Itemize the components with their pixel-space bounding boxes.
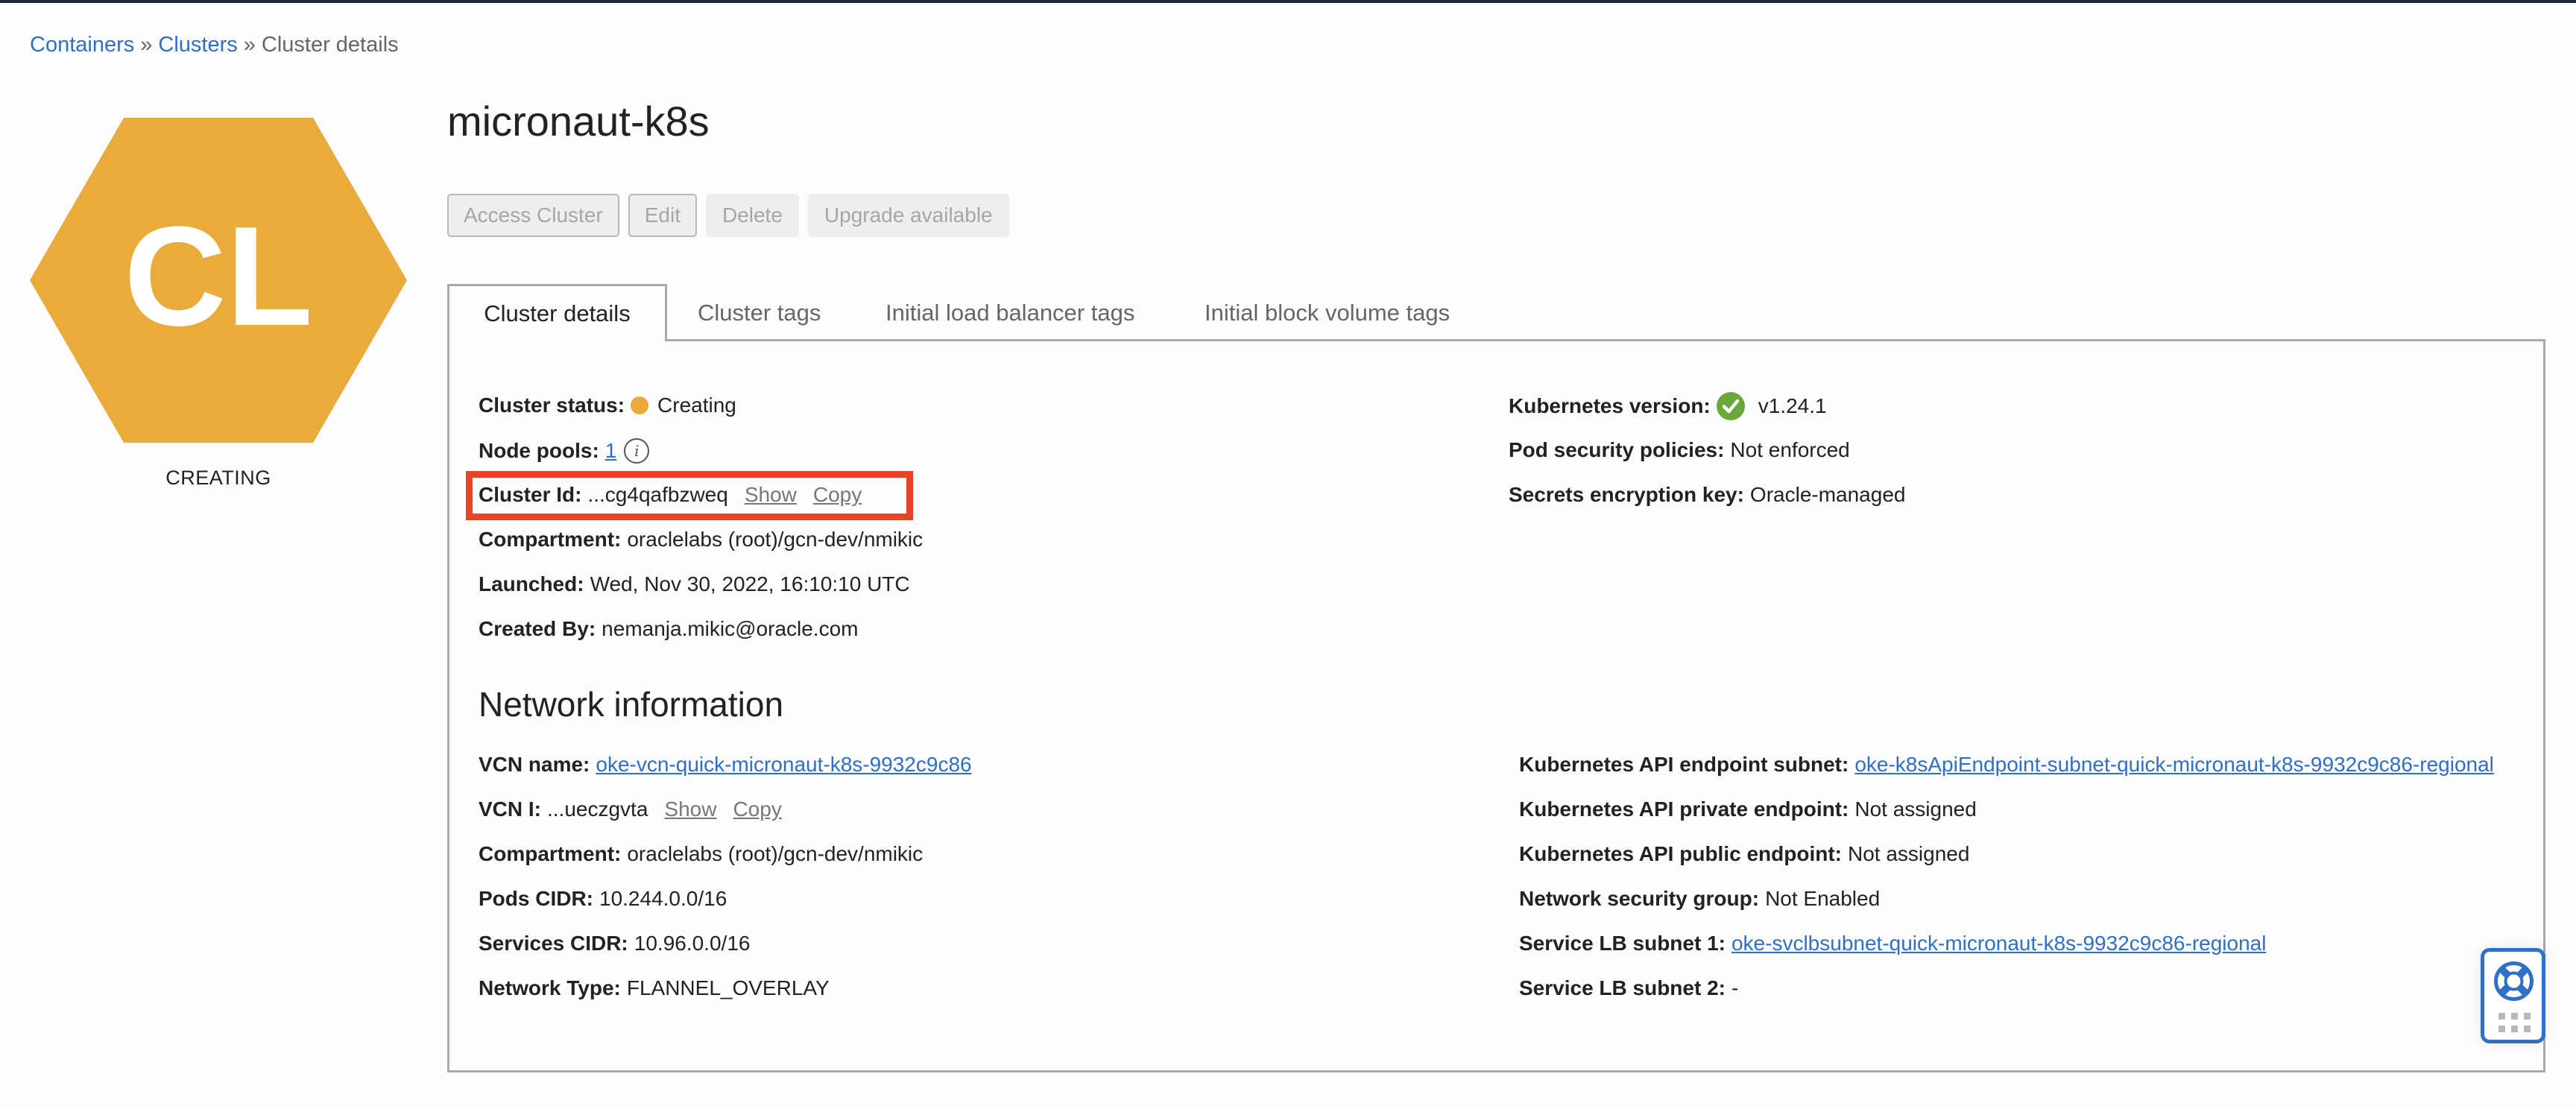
- cluster-badge: CL CREATING: [30, 118, 407, 489]
- field-label: Kubernetes API private endpoint:: [1519, 797, 1849, 821]
- services-cidr-field: Services CIDR: 10.96.0.0/16: [479, 932, 750, 955]
- kubernetes-version-value: v1.24.1: [1758, 394, 1827, 417]
- pod-security-field: Pod security policies: Not enforced: [1509, 438, 1850, 462]
- lb-subnet-1-field: Service LB subnet 1: oke-svclbsubnet-qui…: [1519, 932, 2266, 955]
- lb-subnet-2-value: -: [1731, 976, 1739, 999]
- field-label: Pods CIDR:: [479, 887, 593, 910]
- field-label: Kubernetes API public endpoint:: [1519, 842, 1842, 865]
- cluster-status-value: Creating: [657, 394, 736, 417]
- services-cidr-value: 10.96.0.0/16: [634, 932, 751, 955]
- field-label: Cluster status:: [479, 394, 625, 417]
- network-information-heading: Network information: [479, 685, 784, 724]
- secrets-key-value: Oracle-managed: [1749, 483, 1906, 506]
- breadcrumb: Containers» Clusters» Cluster details: [30, 33, 399, 57]
- badge-status: CREATING: [165, 467, 271, 489]
- api-private-endpoint-value: Not assigned: [1854, 797, 1977, 821]
- info-icon[interactable]: i: [624, 438, 650, 464]
- field-label: Compartment:: [479, 842, 622, 865]
- launched-value: Wed, Nov 30, 2022, 16:10:10 UTC: [590, 572, 910, 595]
- vcn-name-field: VCN name: oke-vcn-quick-micronaut-k8s-99…: [479, 753, 972, 777]
- delete-button[interactable]: Delete: [705, 194, 799, 237]
- field-label: Node pools:: [479, 439, 599, 462]
- action-bar: Access Cluster Edit Delete Upgrade avail…: [447, 194, 1009, 237]
- field-label: VCN name:: [479, 753, 590, 776]
- page-title: micronaut-k8s: [447, 98, 710, 145]
- network-type-field: Network Type: FLANNEL_OVERLAY: [479, 976, 830, 1000]
- breadcrumb-current: Cluster details: [261, 33, 399, 57]
- secrets-key-field: Secrets encryption key: Oracle-managed: [1509, 483, 1905, 507]
- tab-initial-block-volume-tags[interactable]: Initial block volume tags: [1205, 284, 1450, 341]
- lifebuoy-icon: [2494, 961, 2534, 1001]
- vcn-id-value: ...ueczgvta: [547, 797, 648, 821]
- field-label: Kubernetes API endpoint subnet:: [1519, 753, 1849, 776]
- cluster-id-value: ...cg4qafbzweq: [587, 483, 728, 506]
- apps-grid-icon: [2498, 1013, 2531, 1032]
- cluster-id-copy-link[interactable]: Copy: [813, 483, 862, 507]
- field-label: Created By:: [479, 617, 596, 640]
- field-label: Service LB subnet 1:: [1519, 932, 1726, 955]
- api-private-endpoint-field: Kubernetes API private endpoint: Not ass…: [1519, 797, 1977, 821]
- badge-initials: CL: [124, 198, 313, 356]
- field-label: Network security group:: [1519, 887, 1760, 910]
- cluster-id-field: Cluster Id: ...cg4qafbzweq Show Copy: [479, 483, 862, 507]
- field-label: Services CIDR:: [479, 932, 628, 955]
- tab-cluster-details[interactable]: Cluster details: [447, 284, 667, 341]
- api-public-endpoint-value: Not assigned: [1847, 842, 1970, 865]
- lb-subnet-2-field: Service LB subnet 2: -: [1519, 976, 1738, 1000]
- pods-cidr-field: Pods CIDR: 10.244.0.0/16: [479, 887, 727, 911]
- access-cluster-button[interactable]: Access Cluster: [447, 194, 619, 237]
- edit-button[interactable]: Edit: [628, 194, 697, 237]
- network-security-group-field: Network security group: Not Enabled: [1519, 887, 1880, 911]
- tab-initial-load-balancer-tags[interactable]: Initial load balancer tags: [886, 284, 1134, 341]
- created-by-value: nemanja.mikic@oracle.com: [602, 617, 859, 640]
- node-pools-field: Node pools: 1 i: [479, 438, 650, 464]
- launched-field: Launched: Wed, Nov 30, 2022, 16:10:10 UT…: [479, 572, 910, 596]
- cluster-id-show-link[interactable]: Show: [745, 483, 797, 507]
- field-label: Compartment:: [479, 528, 622, 551]
- field-label: Cluster Id:: [479, 483, 582, 506]
- compartment-value: oraclelabs (root)/gcn-dev/nmikic: [627, 528, 924, 551]
- top-bar: [0, 0, 2576, 3]
- field-label: Kubernetes version:: [1509, 394, 1711, 417]
- network-compartment-value: oraclelabs (root)/gcn-dev/nmikic: [627, 842, 924, 865]
- node-pools-link[interactable]: 1: [605, 439, 617, 463]
- network-compartment-field: Compartment: oraclelabs (root)/gcn-dev/n…: [479, 842, 923, 866]
- help-widget[interactable]: [2481, 948, 2545, 1043]
- created-by-field: Created By: nemanja.mikic@oracle.com: [479, 617, 858, 641]
- network-type-value: FLANNEL_OVERLAY: [626, 976, 830, 999]
- api-public-endpoint-field: Kubernetes API public endpoint: Not assi…: [1519, 842, 1969, 866]
- lb-subnet-1-link[interactable]: oke-svclbsubnet-quick-micronaut-k8s-9932…: [1731, 932, 2266, 955]
- api-endpoint-subnet-field: Kubernetes API endpoint subnet: oke-k8sA…: [1519, 753, 2494, 777]
- vcn-id-field: VCN I: ...ueczgvta Show Copy: [479, 797, 782, 821]
- compartment-field: Compartment: oraclelabs (root)/gcn-dev/n…: [479, 528, 923, 552]
- upgrade-available-button[interactable]: Upgrade available: [807, 194, 1009, 237]
- api-endpoint-subnet-link[interactable]: oke-k8sApiEndpoint-subnet-quick-micronau…: [1854, 753, 2494, 777]
- check-circle-icon: [1716, 392, 1745, 420]
- field-label: Service LB subnet 2:: [1519, 976, 1726, 999]
- pod-security-value: Not enforced: [1730, 438, 1850, 461]
- breadcrumb-separator: »: [140, 33, 153, 57]
- network-security-group-value: Not Enabled: [1765, 887, 1881, 910]
- kubernetes-version-field: Kubernetes version: v1.24.1: [1509, 392, 1827, 420]
- breadcrumb-containers[interactable]: Containers: [30, 33, 134, 57]
- tab-bar: Cluster details Cluster tags Initial loa…: [447, 284, 2545, 341]
- status-dot-icon: [631, 396, 649, 414]
- field-label: Secrets encryption key:: [1509, 483, 1744, 506]
- cluster-status-field: Cluster status: Creating: [479, 394, 736, 417]
- vcn-id-copy-link[interactable]: Copy: [733, 797, 781, 821]
- field-label: Launched:: [479, 572, 584, 595]
- pods-cidr-value: 10.244.0.0/16: [599, 887, 727, 910]
- vcn-name-link[interactable]: oke-vcn-quick-micronaut-k8s-9932c9c86: [596, 753, 971, 777]
- breadcrumb-separator: »: [243, 33, 256, 57]
- tab-cluster-tags[interactable]: Cluster tags: [698, 284, 821, 341]
- breadcrumb-clusters[interactable]: Clusters: [158, 33, 237, 57]
- vcn-id-show-link[interactable]: Show: [664, 797, 716, 821]
- field-label: Network Type:: [479, 976, 621, 999]
- field-label: VCN I:: [479, 797, 541, 821]
- field-label: Pod security policies:: [1509, 438, 1725, 461]
